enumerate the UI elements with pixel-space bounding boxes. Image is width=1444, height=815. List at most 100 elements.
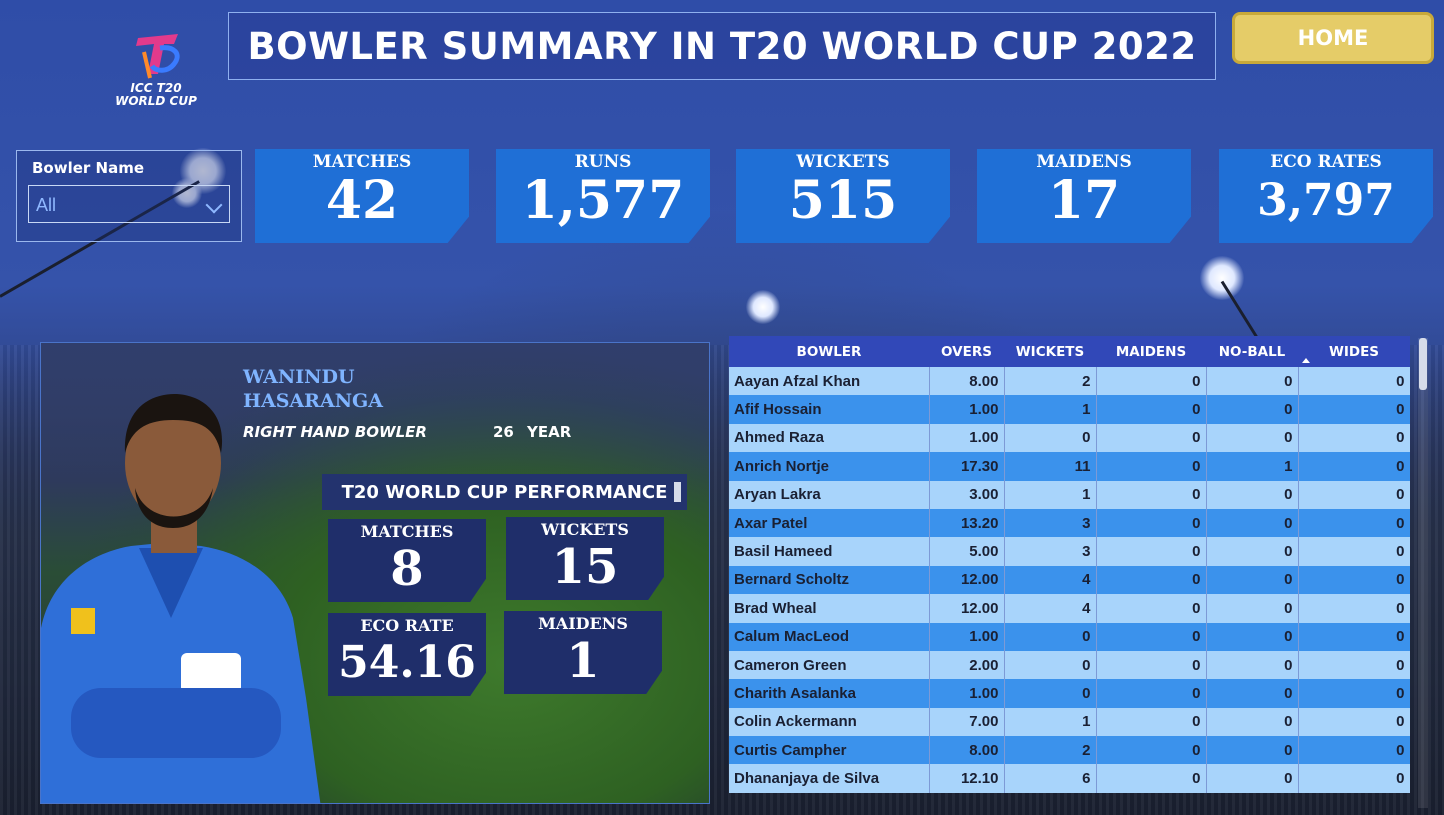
- table-cell-wides: 0: [1298, 423, 1410, 453]
- table-cell-overs: 12.00: [929, 594, 1005, 623]
- player-maidens-card: MAIDENS 1: [504, 611, 662, 694]
- table-cell-bowler: Aayan Afzal Khan: [729, 367, 930, 396]
- table-cell-overs: 12.00: [929, 565, 1005, 595]
- table-cell-overs: 1.00: [929, 679, 1005, 708]
- column-header-bowler[interactable]: BOWLER: [729, 336, 929, 367]
- table-cell-no-ball: 0: [1206, 764, 1299, 793]
- table-row[interactable]: Charith Asalanka 1.00 0 0 0 0: [729, 679, 1410, 708]
- table-row[interactable]: Dhananjaya de Silva 12.10 6 0 0 0: [729, 764, 1410, 793]
- stat-value: 1: [566, 633, 600, 689]
- kpi-label: WICKETS: [796, 152, 890, 172]
- table-cell-overs: 1.00: [929, 395, 1005, 424]
- table-row[interactable]: Basil Hameed 5.00 3 0 0 0: [729, 537, 1410, 566]
- column-header-overs[interactable]: OVERS: [929, 336, 1004, 367]
- home-button[interactable]: HOME: [1232, 12, 1434, 64]
- table-row[interactable]: Aryan Lakra 3.00 1 0 0 0: [729, 480, 1410, 509]
- slicer-label: Bowler Name: [32, 159, 145, 177]
- kpi-label: RUNS: [574, 152, 632, 172]
- player-age: 26: [493, 423, 514, 441]
- table-cell-overs: 8.00: [929, 367, 1005, 396]
- performance-title: T20 WORLD CUP PERFORMANCE: [322, 474, 687, 510]
- table-cell-bowler: Afif Hossain: [729, 395, 930, 424]
- table-cell-no-ball: 1: [1206, 452, 1299, 481]
- table-cell-wides: 0: [1298, 508, 1410, 538]
- table-row[interactable]: Afif Hossain 1.00 1 0 0 0: [729, 395, 1410, 424]
- table-cell-wickets: 6: [1004, 764, 1097, 793]
- chevron-down-icon: [205, 196, 223, 214]
- table-cell-wickets: 11: [1004, 452, 1097, 481]
- table-cell-maidens: 0: [1096, 707, 1207, 737]
- table-cell-wides: 0: [1298, 679, 1410, 708]
- table-cell-bowler: Colin Ackermann: [729, 707, 930, 737]
- table-row[interactable]: Colin Ackermann 7.00 1 0 0 0: [729, 707, 1410, 737]
- table-cell-bowler: Brad Wheal: [729, 594, 930, 623]
- kpi-card-wickets: WICKETS 515: [736, 149, 950, 243]
- stat-label: MAIDENS: [538, 614, 628, 633]
- table-cell-wickets: 0: [1004, 622, 1097, 651]
- table-cell-wickets: 2: [1004, 736, 1097, 765]
- stat-label: ECO RATE: [360, 616, 454, 635]
- scrollbar-thumb[interactable]: [1419, 338, 1427, 390]
- table-row[interactable]: Bernard Scholtz 12.00 4 0 0 0: [729, 565, 1410, 595]
- table-cell-maidens: 0: [1096, 679, 1207, 708]
- table-cell-bowler: Axar Patel: [729, 508, 930, 538]
- column-header-maidens[interactable]: MAIDENS: [1096, 336, 1206, 367]
- table-cell-wickets: 0: [1004, 679, 1097, 708]
- logo-text: ICC T20 WORLD CUP: [115, 81, 197, 108]
- table-cell-wides: 0: [1298, 537, 1410, 566]
- table-cell-no-ball: 0: [1206, 707, 1299, 737]
- table-cell-no-ball: 0: [1206, 480, 1299, 509]
- table-cell-wides: 0: [1298, 736, 1410, 765]
- table-cell-no-ball: 0: [1206, 622, 1299, 651]
- kpi-card-matches: MATCHES 42: [255, 149, 469, 243]
- bowler-name-slicer: Bowler Name All: [16, 150, 242, 242]
- table-row[interactable]: Ahmed Raza 1.00 0 0 0 0: [729, 423, 1410, 453]
- stat-label: MATCHES: [360, 522, 454, 541]
- table-cell-wides: 0: [1298, 622, 1410, 651]
- table-cell-bowler: Basil Hameed: [729, 537, 930, 566]
- table-row[interactable]: Curtis Campher 8.00 2 0 0 0: [729, 736, 1410, 765]
- table-cell-maidens: 0: [1096, 764, 1207, 793]
- table-cell-bowler: Dhananjaya de Silva: [729, 764, 930, 793]
- table-row[interactable]: Cameron Green 2.00 0 0 0 0: [729, 650, 1410, 680]
- column-header-no-ball[interactable]: NO-BALL: [1206, 336, 1298, 367]
- table-row[interactable]: Anrich Nortje 17.30 11 0 1 0: [729, 452, 1410, 481]
- table-cell-wides: 0: [1298, 480, 1410, 509]
- kpi-label: MATCHES: [312, 152, 412, 172]
- player-eco-card: ECO RATE 54.16: [328, 613, 486, 696]
- table-cell-wickets: 3: [1004, 508, 1097, 538]
- table-row[interactable]: Axar Patel 13.20 3 0 0 0: [729, 508, 1410, 538]
- table-cell-no-ball: 0: [1206, 594, 1299, 623]
- kpi-card-eco-rates: ECO RATES 3,797: [1219, 149, 1433, 243]
- table-cell-wickets: 1: [1004, 707, 1097, 737]
- table-cell-maidens: 0: [1096, 480, 1207, 509]
- column-header-wickets[interactable]: WICKETS: [1004, 336, 1096, 367]
- table-row[interactable]: Brad Wheal 12.00 4 0 0 0: [729, 594, 1410, 623]
- table-cell-bowler: Ahmed Raza: [729, 423, 930, 453]
- table-cell-overs: 17.30: [929, 452, 1005, 481]
- table-cell-no-ball: 0: [1206, 650, 1299, 680]
- table-cell-wides: 0: [1298, 395, 1410, 424]
- table-cell-no-ball: 0: [1206, 395, 1299, 424]
- table-cell-wides: 0: [1298, 764, 1410, 793]
- table-cell-maidens: 0: [1096, 367, 1207, 396]
- table-cell-wickets: 1: [1004, 480, 1097, 509]
- table-cell-bowler: Charith Asalanka: [729, 679, 930, 708]
- column-header-wides[interactable]: WIDES: [1298, 336, 1410, 367]
- player-matches-card: MATCHES 8: [328, 519, 486, 602]
- performance-title-text: T20 WORLD CUP PERFORMANCE: [341, 481, 668, 503]
- table-cell-maidens: 0: [1096, 565, 1207, 595]
- table-cell-maidens: 0: [1096, 508, 1207, 538]
- page-title: BOWLER SUMMARY IN T20 WORLD CUP 2022: [247, 24, 1197, 68]
- player-last-name: HASARANGA: [243, 390, 384, 412]
- table-cell-overs: 2.00: [929, 650, 1005, 680]
- table-row[interactable]: Calum MacLeod 1.00 0 0 0 0: [729, 622, 1410, 651]
- sort-ascending-icon: [1302, 358, 1310, 363]
- bowler-name-dropdown[interactable]: All: [28, 185, 230, 223]
- kpi-value: 42: [325, 170, 399, 231]
- table-row[interactable]: Aayan Afzal Khan 8.00 2 0 0 0: [729, 367, 1410, 396]
- table-cell-wides: 0: [1298, 367, 1410, 396]
- table-cell-maidens: 0: [1096, 736, 1207, 765]
- table-scrollbar[interactable]: [1418, 338, 1428, 808]
- table-cell-maidens: 0: [1096, 395, 1207, 424]
